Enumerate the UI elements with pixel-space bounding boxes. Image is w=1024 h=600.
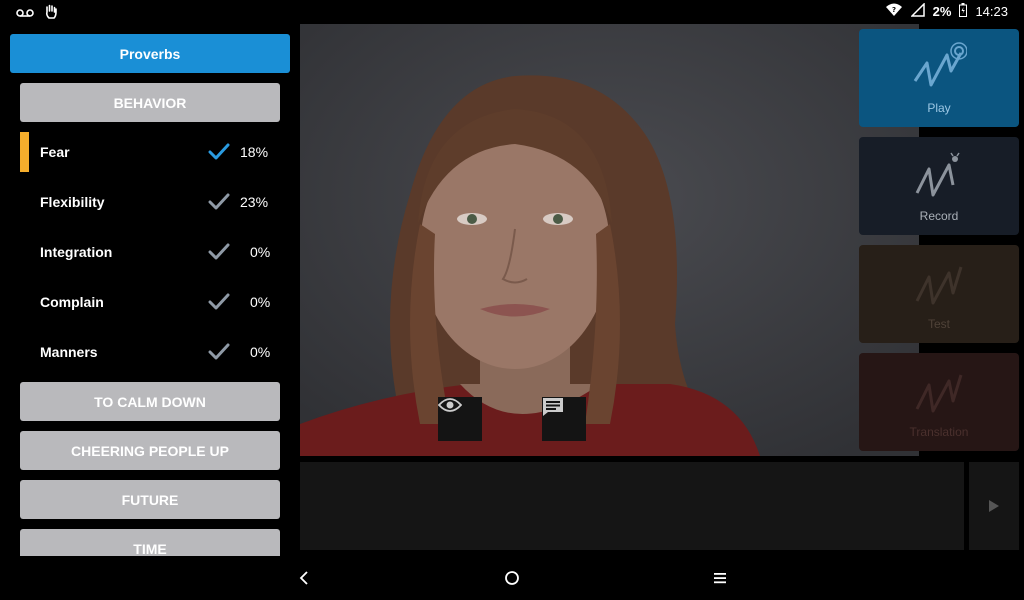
item-percent: 0% [250, 344, 271, 360]
list-item-manners[interactable]: Manners 0% [20, 332, 280, 372]
active-marker [20, 132, 29, 172]
wifi-icon: ? [885, 3, 903, 20]
test-label: Test [927, 317, 950, 331]
text-output-area[interactable] [300, 462, 964, 550]
signal-icon [909, 2, 925, 20]
item-percent: 18% [240, 144, 269, 160]
navigation-bar [0, 556, 1024, 600]
voicemail-icon [16, 6, 34, 24]
category-sidebar: Proverbs BEHAVIOR Fear 18% Flexibility 2… [0, 24, 300, 556]
test-button[interactable]: Test [859, 245, 1019, 343]
check-icon [208, 143, 230, 160]
category-time[interactable]: TIME [20, 529, 280, 556]
list-item-fear[interactable]: Fear 18% [20, 132, 280, 172]
play-wave-icon [913, 42, 967, 87]
menu-icon [714, 573, 726, 584]
item-label: Flexibility [40, 194, 105, 210]
item-label: Fear [40, 144, 70, 160]
item-percent: 23% [240, 194, 269, 210]
translation-button[interactable]: Translation [859, 353, 1019, 451]
item-label: Complain [40, 294, 104, 310]
hand-icon [44, 4, 58, 25]
list-item-complain[interactable]: Complain 0% [20, 282, 280, 322]
category-future[interactable]: FUTURE [20, 480, 280, 519]
record-wave-icon [915, 152, 960, 197]
item-percent: 0% [250, 294, 271, 310]
play-arrow-icon [989, 500, 999, 512]
back-button[interactable] [292, 566, 316, 590]
play-label: Play [927, 101, 951, 115]
show-video-button[interactable] [438, 397, 482, 441]
play-button[interactable]: Play [859, 29, 1019, 127]
clock: 14:23 [975, 4, 1008, 19]
battery-percent: 2% [932, 4, 952, 19]
status-bar: ? 2% 14:23 [0, 0, 1024, 24]
battery-icon [959, 3, 968, 20]
record-label: Record [919, 209, 959, 223]
svg-text:?: ? [892, 6, 896, 14]
eye-icon [438, 398, 462, 412]
record-button[interactable]: Record [859, 137, 1019, 235]
back-icon [299, 571, 308, 585]
category-behavior[interactable]: BEHAVIOR [20, 83, 280, 122]
message-icon [543, 398, 563, 416]
speaker-video-frame [300, 24, 919, 456]
item-percent: 0% [250, 244, 271, 260]
check-icon [208, 343, 230, 360]
check-icon [208, 243, 230, 260]
category-to-calm-down[interactable]: TO CALM DOWN [20, 382, 280, 421]
subtitles-button[interactable] [542, 397, 586, 441]
proverbs-button[interactable]: Proverbs [10, 34, 290, 73]
next-button[interactable] [969, 462, 1019, 550]
check-icon [208, 193, 230, 210]
translation-label: Translation [909, 425, 969, 439]
home-icon [505, 571, 519, 585]
video-player[interactable] [300, 24, 919, 456]
item-label: Integration [40, 244, 113, 260]
list-item-flexibility[interactable]: Flexibility 23% [20, 182, 280, 222]
check-icon [208, 293, 230, 310]
list-item-integration[interactable]: Integration 0% [20, 232, 280, 272]
item-label: Manners [40, 344, 98, 360]
recents-button[interactable] [708, 566, 732, 590]
test-wave-icon [915, 266, 963, 305]
translation-wave-icon [915, 374, 963, 413]
home-button[interactable] [500, 566, 524, 590]
category-cheering-people-up[interactable]: CHEERING PEOPLE UP [20, 431, 280, 470]
